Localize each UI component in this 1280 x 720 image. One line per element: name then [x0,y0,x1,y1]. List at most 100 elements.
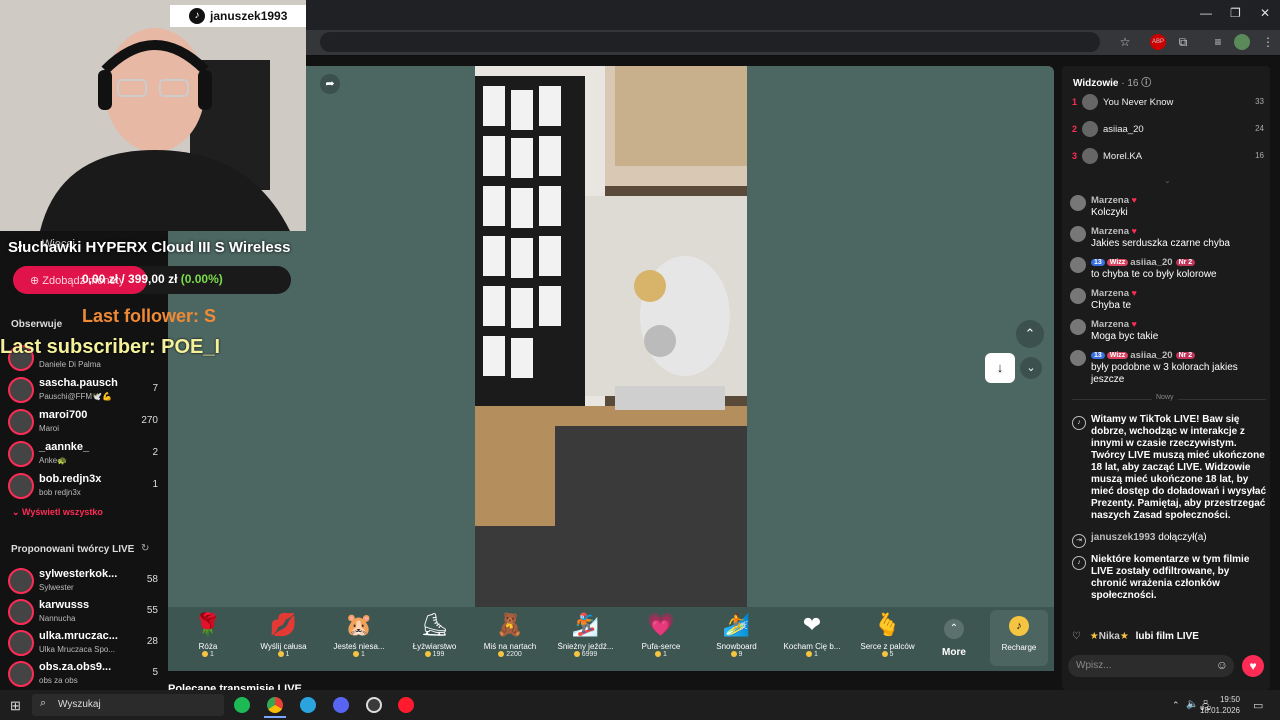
viewer-count: 5 [152,667,158,678]
avatar[interactable] [1070,226,1086,242]
clock-time[interactable]: 19:50 [1204,695,1240,704]
chat-username[interactable]: Marzena ♥ [1091,319,1137,330]
menu-icon[interactable]: ⋮ [1260,34,1276,50]
heart-icon: ♥ [1129,319,1137,329]
chat-username-text: asiiaa_20 [1130,257,1173,268]
opera-icon[interactable] [398,697,414,713]
search-icon: ⌕ [40,697,47,709]
live-video[interactable] [475,66,747,608]
gift-item[interactable]: 🐹 Jesteś niesa... 1 [324,612,394,667]
following-sub: Maroi [39,424,60,433]
gift-item[interactable]: ❤ Kocham Cię b... 1 [777,612,847,667]
collapse-viewers-icon[interactable]: ⌄ [1164,176,1171,185]
chat-message: Marzena ♥ Jakies serduszka czarne chyba [1070,226,1266,252]
suggested-item[interactable]: karwusss Nannucha 55 [8,597,158,627]
gift-price-value: 1 [361,651,365,658]
gift-name: Łyżwiarstwo [412,642,457,651]
obs-icon[interactable] [366,697,382,713]
avatar[interactable] [1070,350,1086,366]
chrome-icon[interactable] [267,697,283,713]
extensions-icon[interactable]: ⧉ [1175,34,1191,50]
media-icon[interactable]: ≡ [1210,34,1226,50]
bookmark-star-icon[interactable]: ☆ [1117,34,1133,50]
following-sub: bob redjn3x [39,488,81,497]
gift-item[interactable]: 💗 Pufa-serce 1 [626,612,696,667]
following-item[interactable]: maroi700 Maroi 270 [8,407,158,437]
fan-badge: Wizz [1106,352,1129,359]
clock-date[interactable]: 18.01.2026 [1190,706,1240,715]
chevron-down-icon: ⌄ [12,507,23,517]
chat-username-text: asiiaa_20 [1130,350,1173,361]
chat-text: Moga byc takie [1091,331,1159,342]
coin-icon [353,651,360,658]
chat-username[interactable]: Marzena ♥ [1091,195,1137,206]
webcam-overlay: ♪ januszek1993 [0,0,306,231]
close-icon[interactable]: ✕ [1260,6,1270,20]
gift-icon: 🫰 [873,612,902,637]
chat-username[interactable]: Marzena ♥ [1091,226,1137,237]
gift-item[interactable]: 🧸 Miś na nartach 2200 [475,612,545,667]
like-user[interactable]: Nika [1099,631,1120,642]
recharge-button[interactable]: ♪ Recharge [990,610,1048,666]
fan-badge: Wizz [1106,259,1129,266]
chevron-up-icon[interactable]: ⌃ [1016,320,1044,348]
info-icon[interactable]: ⓘ [1141,78,1151,89]
telegram-icon[interactable] [300,697,316,713]
gift-item[interactable]: ⛸ Łyżwiarstwo 199 [400,612,470,667]
tray-chevron-icon[interactable]: ⌃ [1172,700,1180,711]
viewer-row[interactable]: 2 asiiaa_20 24 [1070,121,1266,141]
following-item[interactable]: bob.redjn3x bob redjn3x 1 [8,471,158,501]
rank-badge: Nr 2 [1175,352,1196,359]
viewer-name: Morel.KA [1103,151,1143,162]
following-item[interactable]: _aannke_ Anke🐢 2 [8,439,158,469]
gift-item[interactable]: 🏂 Śnieżny jeźdź... 6999 [551,612,621,667]
suggested-item[interactable]: ulka.mruczac... Ulka Mruczaca Spo... 28 [8,628,158,658]
avatar[interactable] [1070,257,1086,273]
gift-item[interactable]: 🏄 Snowboard 9 [702,612,772,667]
minimize-icon[interactable]: — [1200,6,1212,20]
gift-item[interactable]: 💋 Wyślij całusa 1 [249,612,319,667]
share-icon[interactable]: ➦ [320,74,340,94]
more-gifts-button[interactable]: More [938,647,970,658]
gift-item[interactable]: 🌹 Róża 1 [173,612,243,667]
coin-icon [881,651,888,658]
chat-message: Marzena ♥ Moga byc takie [1070,319,1266,345]
refresh-icon[interactable]: ↻ [141,543,149,554]
spotify-icon[interactable] [234,697,250,713]
windows-start-icon[interactable]: ⊞ [10,698,21,714]
profile-icon[interactable] [1234,34,1250,50]
expand-gifts-icon[interactable]: ⌃ [944,619,964,639]
notifications-icon[interactable]: ▭ [1253,699,1263,712]
chat-input[interactable]: Wpisz... ☺ [1068,655,1234,677]
joined-user[interactable]: januszek1993 [1091,532,1156,543]
avatar[interactable] [1070,319,1086,335]
download-icon[interactable]: ↓ [985,353,1015,383]
heart-send-icon[interactable]: ♥ [1242,655,1264,677]
avatar[interactable] [1070,195,1086,211]
taskbar-search[interactable]: ⌕ Wyszukaj [32,694,224,716]
viewer-rank: 3 [1072,151,1078,161]
restore-icon[interactable]: ❐ [1230,6,1241,20]
emoji-icon[interactable]: ☺ [1216,658,1228,672]
chat-username[interactable]: 13 Wizz asiiaa_20 Nr 2 [1091,350,1197,361]
following-item[interactable]: sascha.pausch Pauschi@FFM🕊️💪 7 [8,375,158,405]
suggested-sub: Sylwester [39,583,74,592]
chat-username[interactable]: 13 Wizz asiiaa_20 Nr 2 [1091,257,1197,268]
viewer-row[interactable]: 3 Morel.KA 16 [1070,148,1266,168]
gift-price-value: 9 [738,651,743,658]
heart-icon: ♥ [1129,288,1137,298]
omnibox[interactable] [320,32,1100,52]
suggested-item[interactable]: sylwesterkok... Sylwester 58 [8,566,158,596]
chat-username[interactable]: Marzena ♥ [1091,288,1137,299]
avatar [8,377,34,403]
following-name: bob.redjn3x [39,473,102,485]
avatar[interactable] [1070,288,1086,304]
following-name: maroi700 [39,409,88,421]
discord-icon[interactable] [333,697,349,713]
show-all-link[interactable]: ⌄ Wyświetl wszystko [12,507,103,518]
viewer-row[interactable]: 1 You Never Know 33 [1070,94,1266,114]
gift-item[interactable]: 🫰 Serce z palców 5 [853,612,923,667]
chevron-down-nav-icon[interactable]: ⌄ [1020,357,1042,379]
suggested-item[interactable]: obs.za.obs9... obs za obs 5 [8,659,158,689]
adblock-icon[interactable]: ABP [1150,34,1166,50]
